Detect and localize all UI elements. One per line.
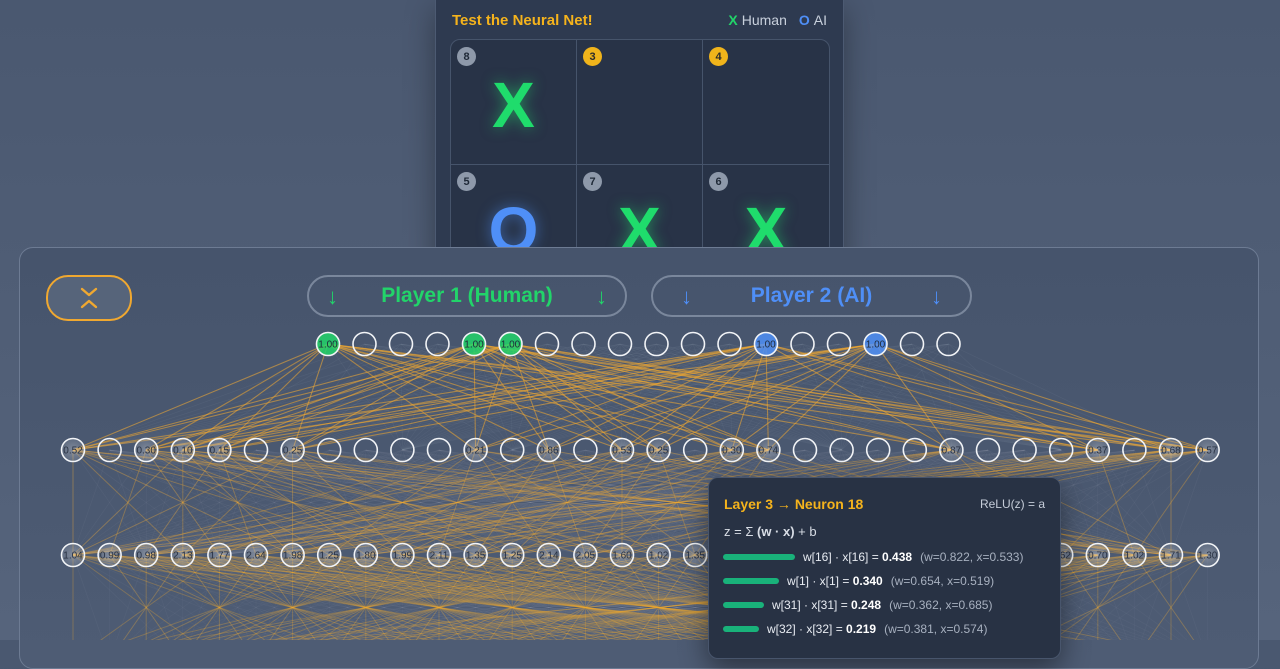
legend-human: X Human xyxy=(728,12,786,28)
player2-button[interactable]: ↓ Player 2 (AI) ↓ xyxy=(651,275,972,317)
weight-row: w[32] · x[32] = 0.219 (w=0.381, x=0.574) xyxy=(723,619,987,639)
weight-term: w[32] · x[32] = 0.219 xyxy=(767,622,877,636)
weight-row: w[1] · x[1] = 0.340 (w=0.654, x=0.519) xyxy=(723,571,994,591)
collapse-chevrons-icon xyxy=(80,287,98,309)
cell-index-badge: 5 xyxy=(457,172,476,191)
cell-index-badge: 6 xyxy=(709,172,728,191)
formula-sum: z = Σ xyxy=(724,524,754,539)
player-legend: X Human O AI xyxy=(728,12,827,28)
down-arrow-icon: ↓ xyxy=(596,284,607,309)
neural-net-panel: ↓ Player 1 (Human) ↓ ↓ Player 2 (AI) ↓ xyxy=(19,247,1259,669)
legend-ai: O AI xyxy=(799,12,827,28)
o-mark-icon: O xyxy=(798,12,810,28)
board-title: Test the Neural Net! xyxy=(452,12,593,29)
weight-term: w[16] · x[16] = 0.438 xyxy=(803,550,913,564)
cell-index-badge: 3 xyxy=(583,47,602,66)
contribution-bar xyxy=(723,602,764,608)
weight-term: w[31] · x[31] = 0.248 xyxy=(772,598,882,612)
tooltip-title: Layer 3 → Neuron 18 xyxy=(724,496,864,512)
down-arrow-icon: ↓ xyxy=(681,284,692,309)
weight-detail: (w=0.362, x=0.685) xyxy=(889,598,993,612)
board-cell[interactable]: 4 xyxy=(703,40,829,165)
weight-detail: (w=0.822, x=0.533) xyxy=(920,550,1024,564)
cell-index-badge: 7 xyxy=(583,172,602,191)
formula: z = Σ (w · x) + b xyxy=(724,524,817,539)
legend-human-label: Human xyxy=(741,12,787,28)
player2-label: Player 2 (AI) xyxy=(750,284,873,307)
activation-label: ReLU(z) = a xyxy=(979,497,1045,511)
player1-button[interactable]: ↓ Player 1 (Human) ↓ xyxy=(307,275,627,317)
formula-wx: (w · x) xyxy=(756,524,795,539)
board-cell[interactable]: 8X xyxy=(451,40,577,165)
contribution-bar xyxy=(723,626,759,632)
cell-index-badge: 8 xyxy=(457,47,476,66)
weight-row: w[31] · x[31] = 0.248 (w=0.362, x=0.685) xyxy=(723,595,992,615)
collapse-button[interactable] xyxy=(46,275,132,321)
contribution-bar xyxy=(723,554,795,560)
weight-detail: (w=0.654, x=0.519) xyxy=(890,574,995,588)
x-mark-icon: X xyxy=(728,12,738,28)
x-piece: X xyxy=(492,69,535,141)
formula-bias: + b xyxy=(798,524,817,539)
legend-ai-label: AI xyxy=(813,12,827,28)
board-cell[interactable]: 3 xyxy=(577,40,703,165)
down-arrow-icon: ↓ xyxy=(931,284,942,309)
down-arrow-icon: ↓ xyxy=(327,284,338,309)
weight-term: w[1] · x[1] = 0.340 xyxy=(787,574,883,588)
weight-detail: (w=0.381, x=0.574) xyxy=(884,622,988,636)
contribution-bar xyxy=(723,578,779,584)
player1-label: Player 1 (Human) xyxy=(381,284,553,307)
weight-row: w[16] · x[16] = 0.438 (w=0.822, x=0.533) xyxy=(723,547,1023,567)
neuron-tooltip: Layer 3 → Neuron 18 ReLU(z) = a z = Σ (w… xyxy=(708,477,1061,659)
cell-index-badge: 4 xyxy=(709,47,728,66)
